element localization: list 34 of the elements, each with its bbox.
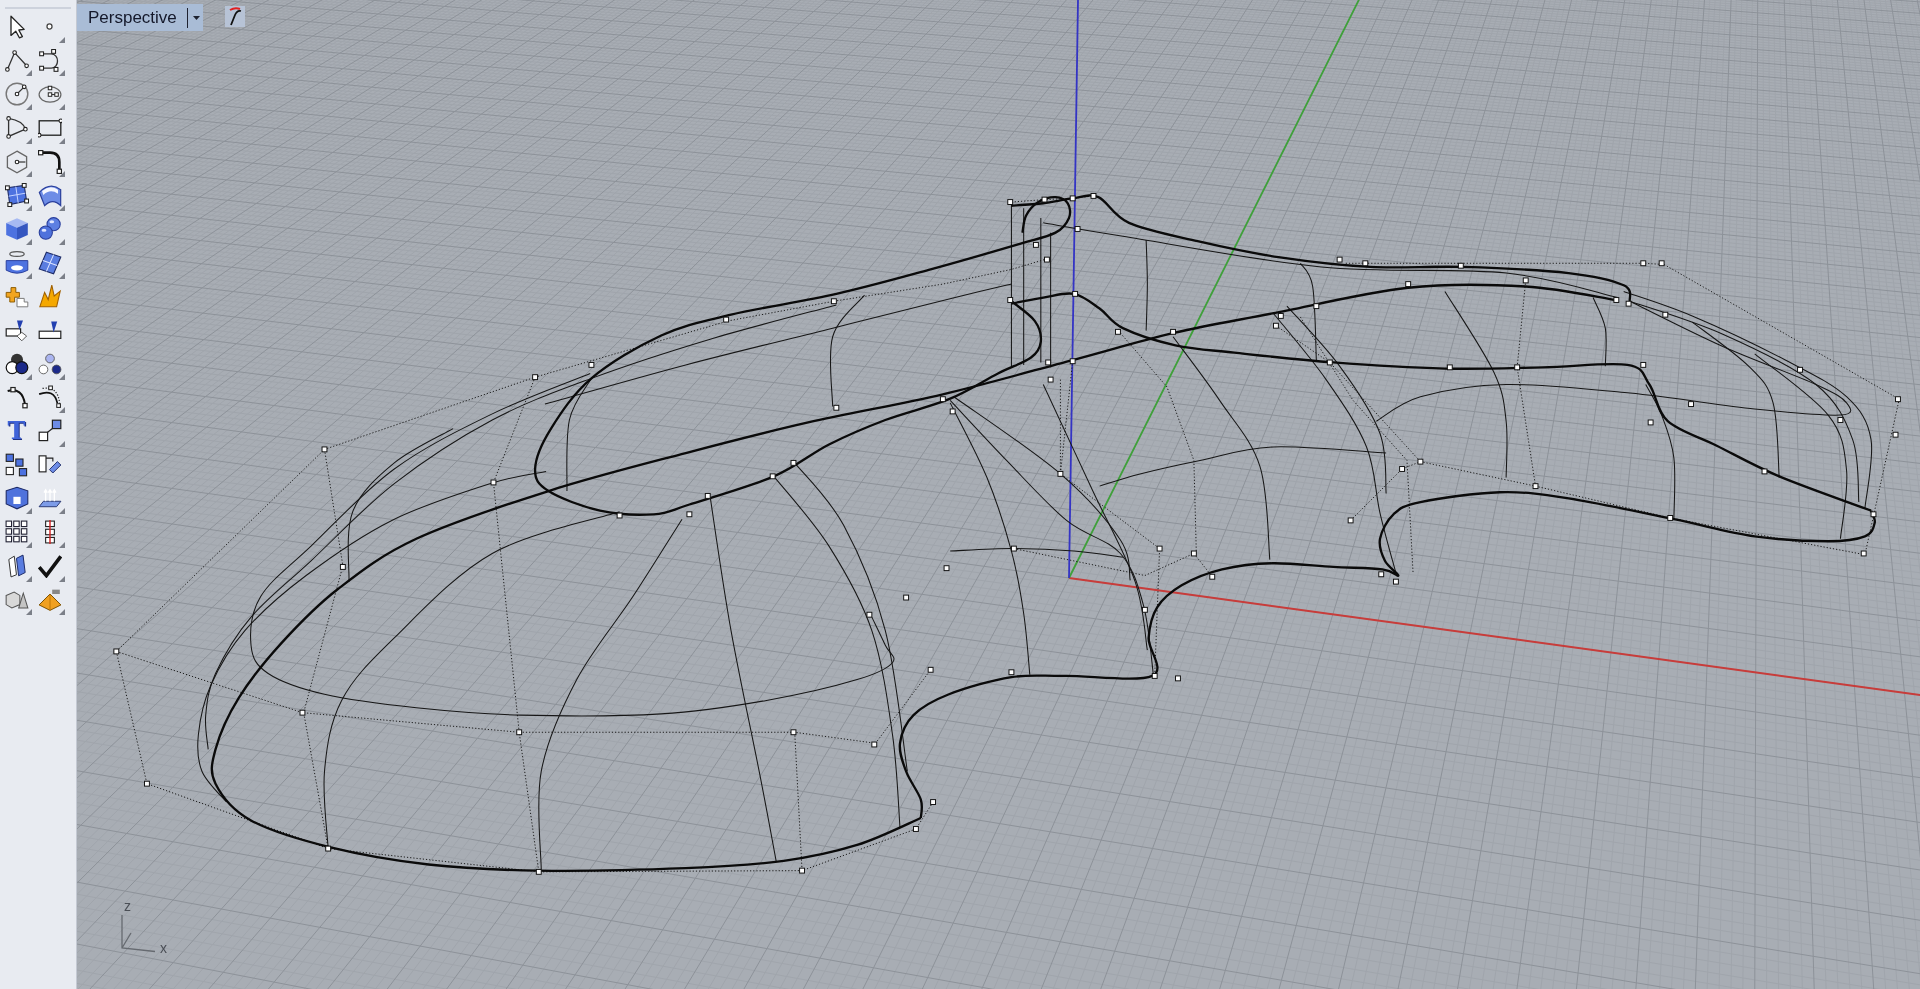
pyramid-icon[interactable] — [37, 587, 62, 612]
grid-surface-icon[interactable] — [37, 250, 62, 275]
viewport-title-button[interactable]: Perspective — [77, 4, 203, 31]
rectangle-icon[interactable] — [37, 115, 62, 140]
surface-patch-icon[interactable] — [4, 183, 29, 208]
axis-triad-icon — [121, 914, 157, 953]
flyout-triangle-icon[interactable] — [59, 407, 65, 414]
point-icon[interactable] — [46, 23, 53, 31]
cube-icon[interactable] — [4, 216, 29, 241]
burst-icon[interactable] — [37, 284, 62, 309]
spheres-icon[interactable] — [37, 216, 62, 241]
checkmark-icon[interactable] — [37, 553, 62, 578]
three-balls-icon[interactable] — [37, 351, 62, 376]
notched-box-icon[interactable] — [4, 486, 29, 511]
move-squares-icon[interactable] — [37, 419, 62, 444]
boolean-circles-icon[interactable] — [4, 351, 29, 376]
puzzle-icon[interactable] — [4, 284, 29, 309]
offset-arc-icon[interactable] — [37, 385, 62, 410]
caret-icon[interactable] — [193, 15, 200, 20]
circle-icon[interactable] — [4, 82, 29, 107]
bent-surface-icon[interactable] — [37, 183, 62, 208]
axis-label: z — [124, 900, 131, 913]
fillet-icon[interactable] — [37, 149, 62, 174]
array-grid-icon[interactable] — [4, 520, 29, 545]
curve-icon[interactable] — [37, 48, 62, 73]
text-tool-button[interactable]: T — [7, 419, 26, 444]
split-icon[interactable] — [4, 318, 29, 343]
squares-icon[interactable] — [4, 452, 29, 477]
polyline-icon[interactable] — [4, 48, 29, 73]
cylinder-icon[interactable] — [4, 250, 29, 275]
polygon-icon[interactable] — [4, 149, 29, 174]
axis-label: x — [160, 942, 167, 955]
arc-icon[interactable] — [4, 115, 29, 140]
flyout-triangle-icon[interactable] — [59, 171, 65, 178]
